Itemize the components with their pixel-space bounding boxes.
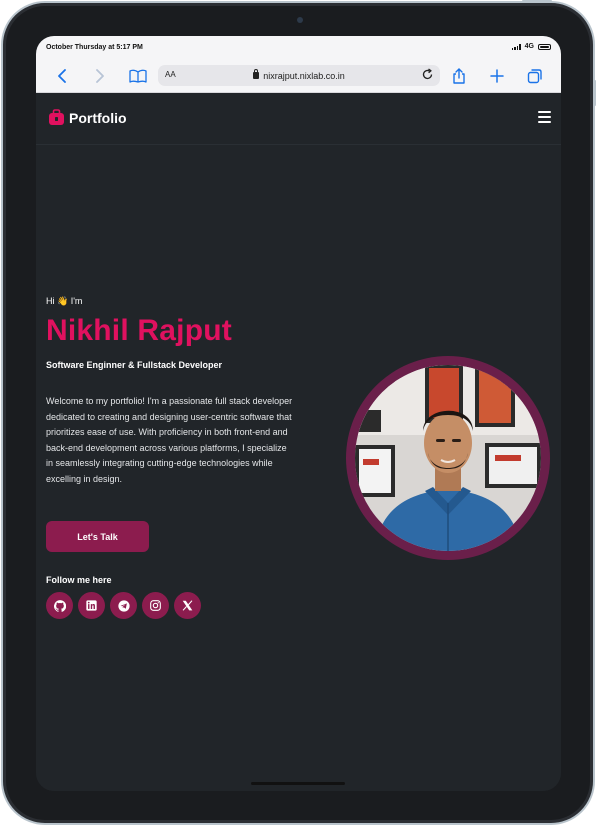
- portfolio-page: Portfolio Hi 👋 I'm Nikhil Rajput Softwar…: [36, 93, 561, 791]
- back-icon[interactable]: [53, 67, 71, 85]
- new-tab-icon[interactable]: [488, 67, 506, 85]
- status-indicators: 4G: [511, 43, 551, 50]
- profile-photo-frame: [346, 356, 550, 560]
- forward-icon[interactable]: [91, 67, 109, 85]
- profile-photo: [355, 365, 541, 551]
- hero-bio: Welcome to my portfolio! I'm a passionat…: [46, 396, 293, 484]
- status-bar: October Thursday at 5:17 PM 4G: [36, 36, 561, 58]
- battery-icon: [538, 43, 551, 50]
- signal-icon: [511, 43, 521, 50]
- home-indicator[interactable]: [251, 782, 345, 785]
- lock-icon: [253, 69, 260, 80]
- instagram-icon[interactable]: [142, 592, 169, 619]
- hero-greeting: Hi 👋 I'm: [46, 296, 83, 306]
- reload-icon[interactable]: [421, 68, 434, 83]
- tabs-icon[interactable]: [526, 67, 544, 85]
- telegram-icon[interactable]: [110, 592, 137, 619]
- briefcase-icon: [49, 109, 64, 125]
- status-time: October Thursday at 5:17 PM: [46, 44, 143, 51]
- github-icon[interactable]: [46, 592, 73, 619]
- screen: October Thursday at 5:17 PM 4G AA nixraj…: [36, 36, 561, 791]
- hero-name: Nikhil Rajput: [46, 314, 232, 347]
- address-bar[interactable]: AA nixrajput.nixlab.co.in: [158, 65, 440, 86]
- share-icon[interactable]: [450, 67, 468, 85]
- brand-name: Portfolio: [69, 109, 127, 126]
- bookmarks-icon[interactable]: [129, 67, 147, 85]
- site-navbar: Portfolio: [36, 93, 561, 145]
- hero-role: Software Enginner & Fullstack Developer: [46, 360, 223, 370]
- social-links: [46, 592, 201, 619]
- url-display: nixrajput.nixlab.co.in: [158, 69, 440, 81]
- x-icon[interactable]: [174, 592, 201, 619]
- hamburger-icon[interactable]: [538, 111, 551, 123]
- brand-logo[interactable]: Portfolio: [48, 109, 127, 126]
- linkedin-icon[interactable]: [78, 592, 105, 619]
- browser-toolbar: AA nixrajput.nixlab.co.in: [36, 58, 561, 93]
- url-text: nixrajput.nixlab.co.in: [263, 70, 345, 81]
- front-camera: [297, 17, 303, 23]
- power-button: [522, 0, 552, 2]
- follow-label: Follow me here: [46, 575, 112, 585]
- network-label: 4G: [524, 43, 534, 50]
- lets-talk-button[interactable]: Let's Talk: [46, 521, 149, 552]
